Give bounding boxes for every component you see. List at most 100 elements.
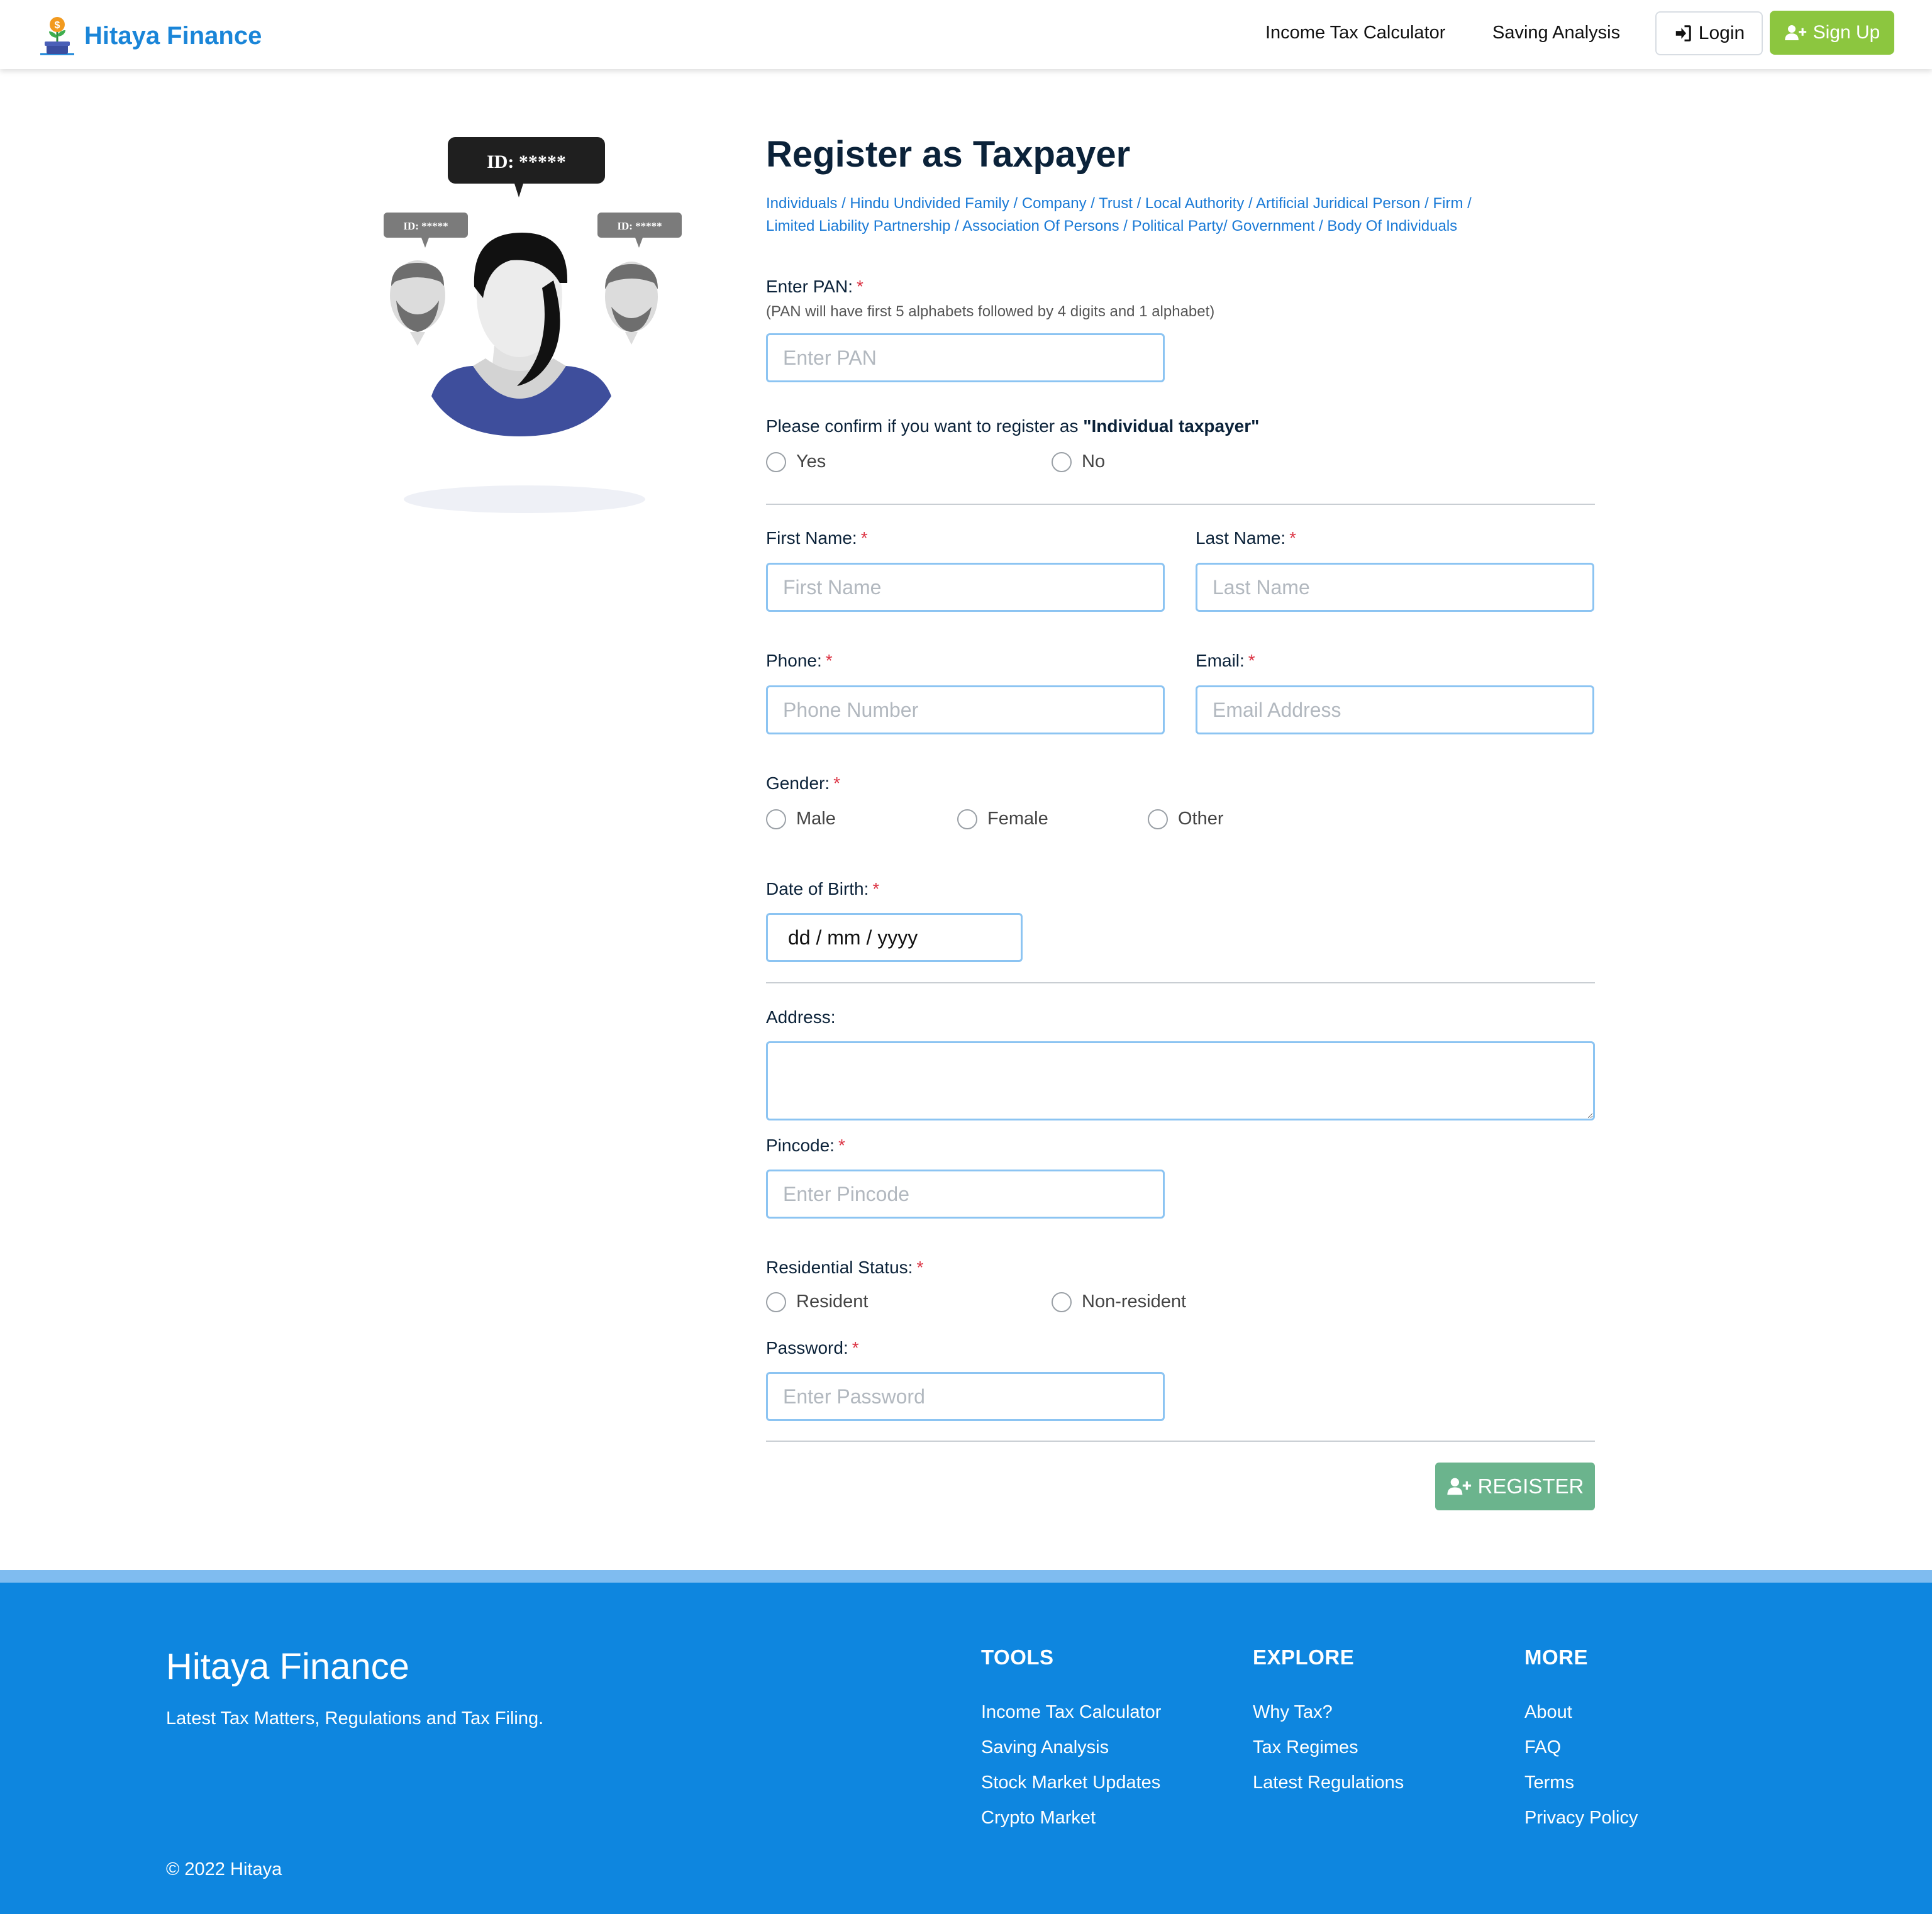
radio-circle[interactable]: [1052, 1292, 1072, 1312]
id-bubble-left-text: ID: *****: [403, 220, 448, 232]
pincode-input[interactable]: [766, 1170, 1165, 1219]
man-avatar-right: [605, 262, 658, 345]
email-input[interactable]: [1196, 685, 1594, 734]
dob-format-text: dd / mm / yyyy: [788, 926, 918, 949]
woman-avatar-center: [431, 233, 611, 436]
taxpayer-id-illustration: ID: ***** ID: ***** ID: *****: [384, 137, 682, 513]
id-bubble-left: ID: *****: [384, 213, 468, 248]
footer-link-latest-regulations[interactable]: Latest Regulations: [1253, 1765, 1404, 1800]
footer-accent-strip: [0, 1570, 1932, 1583]
last-name-label: Last Name: *: [1196, 528, 1296, 548]
pan-input[interactable]: [766, 333, 1165, 382]
radio-circle[interactable]: [766, 809, 786, 829]
confirm-yes-radio[interactable]: Yes: [766, 451, 826, 472]
dob-label-text: Date of Birth:: [766, 879, 869, 899]
radio-circle[interactable]: [1148, 809, 1168, 829]
footer-brand: Hitaya Finance: [166, 1646, 409, 1687]
register-button[interactable]: REGISTER: [1435, 1463, 1595, 1510]
id-bubble-right-text: ID: *****: [617, 220, 662, 232]
required-mark: *: [838, 1136, 845, 1155]
phone-label-text: Phone:: [766, 651, 822, 670]
sign-in-icon: [1675, 25, 1691, 41]
pincode-label-text: Pincode:: [766, 1136, 835, 1155]
footer-link-privacy-policy[interactable]: Privacy Policy: [1524, 1800, 1638, 1835]
footer-link-income-tax-calculator[interactable]: Income Tax Calculator: [981, 1695, 1161, 1730]
footer-tools-heading: TOOLS: [981, 1646, 1054, 1669]
phone-label: Phone: *: [766, 651, 833, 671]
gender-male-radio[interactable]: Male: [766, 809, 836, 829]
footer-link-tax-regimes[interactable]: Tax Regimes: [1253, 1730, 1404, 1765]
password-label-text: Password:: [766, 1338, 848, 1358]
radio-circle[interactable]: [957, 809, 977, 829]
nav-income-tax-calculator[interactable]: Income Tax Calculator: [1265, 23, 1445, 43]
password-input[interactable]: [766, 1372, 1165, 1421]
footer-tagline: Latest Tax Matters, Regulations and Tax …: [166, 1708, 544, 1729]
man-avatar-left: [390, 260, 445, 346]
confirm-individual-label: Please confirm if you want to register a…: [766, 416, 1259, 436]
money-plant-logo-icon: $: [40, 17, 74, 55]
gender-female-radio[interactable]: Female: [957, 809, 1048, 829]
footer-link-terms[interactable]: Terms: [1524, 1765, 1638, 1800]
pan-label: Enter PAN: *: [766, 277, 863, 297]
nav-saving-analysis[interactable]: Saving Analysis: [1492, 23, 1620, 43]
first-name-label-text: First Name:: [766, 528, 857, 548]
confirm-label-prefix: Please confirm if you want to register a…: [766, 416, 1084, 436]
pincode-label: Pincode: *: [766, 1136, 845, 1156]
required-mark: *: [860, 528, 868, 548]
footer-link-why-tax[interactable]: Why Tax?: [1253, 1695, 1404, 1730]
radio-circle[interactable]: [766, 451, 786, 472]
email-label: Email: *: [1196, 651, 1255, 671]
category-line-2[interactable]: Limited Liability Partnership / Associat…: [766, 215, 1609, 238]
signup-button[interactable]: Sign Up: [1770, 11, 1894, 55]
required-mark: *: [1289, 528, 1297, 548]
footer-link-faq[interactable]: FAQ: [1524, 1730, 1638, 1765]
login-button[interactable]: Login: [1655, 11, 1763, 55]
login-label: Login: [1698, 23, 1745, 43]
section-divider: [766, 982, 1595, 983]
footer-more-column: MORE About FAQ Terms Privacy Policy: [1524, 1646, 1638, 1835]
first-name-input[interactable]: [766, 563, 1165, 612]
section-divider: [766, 504, 1595, 505]
non-resident-radio[interactable]: Non-resident: [1052, 1292, 1186, 1312]
signup-label: Sign Up: [1813, 22, 1880, 43]
user-plus-icon: [1446, 1478, 1471, 1495]
register-label: REGISTER: [1477, 1474, 1584, 1498]
brand-link[interactable]: $ Hitaya Finance: [38, 15, 262, 57]
phone-input[interactable]: [766, 685, 1165, 734]
footer-link-saving-analysis[interactable]: Saving Analysis: [981, 1730, 1161, 1765]
required-mark: *: [833, 773, 841, 793]
required-mark: *: [872, 879, 880, 899]
residential-label-text: Residential Status:: [766, 1258, 913, 1277]
user-plus-icon: [1784, 25, 1806, 40]
footer-link-crypto-market[interactable]: Crypto Market: [981, 1800, 1161, 1835]
gender-male-label: Male: [796, 809, 836, 829]
footer-more-heading: MORE: [1524, 1646, 1588, 1669]
address-label: Address:: [766, 1007, 836, 1027]
footer-link-about[interactable]: About: [1524, 1695, 1638, 1730]
residential-status-label: Residential Status: *: [766, 1258, 923, 1278]
dob-date-input[interactable]: dd / mm / yyyy: [766, 913, 1023, 962]
required-mark: *: [825, 651, 833, 670]
footer-tools-column: TOOLS Income Tax Calculator Saving Analy…: [981, 1646, 1161, 1835]
footer-copyright: © 2022 Hitaya: [166, 1859, 282, 1879]
gender-female-label: Female: [987, 809, 1048, 829]
password-label: Password: *: [766, 1338, 859, 1358]
illustration-shadow: [404, 485, 645, 513]
footer-link-stock-market-updates[interactable]: Stock Market Updates: [981, 1765, 1161, 1800]
radio-circle[interactable]: [766, 1292, 786, 1312]
confirm-no-label: No: [1082, 451, 1106, 472]
id-bubble-right: ID: *****: [597, 213, 682, 248]
confirm-yes-label: Yes: [796, 451, 826, 472]
gender-other-radio[interactable]: Other: [1148, 809, 1224, 829]
taxpayer-category-links: Individuals / Hindu Undivided Family / C…: [766, 192, 1609, 238]
last-name-input[interactable]: [1196, 563, 1594, 612]
non-resident-label: Non-resident: [1082, 1292, 1187, 1312]
gender-other-label: Other: [1178, 809, 1224, 829]
confirm-no-radio[interactable]: No: [1052, 451, 1105, 472]
email-label-text: Email:: [1196, 651, 1245, 670]
address-textarea[interactable]: [766, 1041, 1595, 1120]
page-title: Register as Taxpayer: [766, 134, 1131, 175]
resident-radio[interactable]: Resident: [766, 1292, 868, 1312]
category-line-1[interactable]: Individuals / Hindu Undivided Family / C…: [766, 192, 1609, 215]
radio-circle[interactable]: [1052, 451, 1072, 472]
